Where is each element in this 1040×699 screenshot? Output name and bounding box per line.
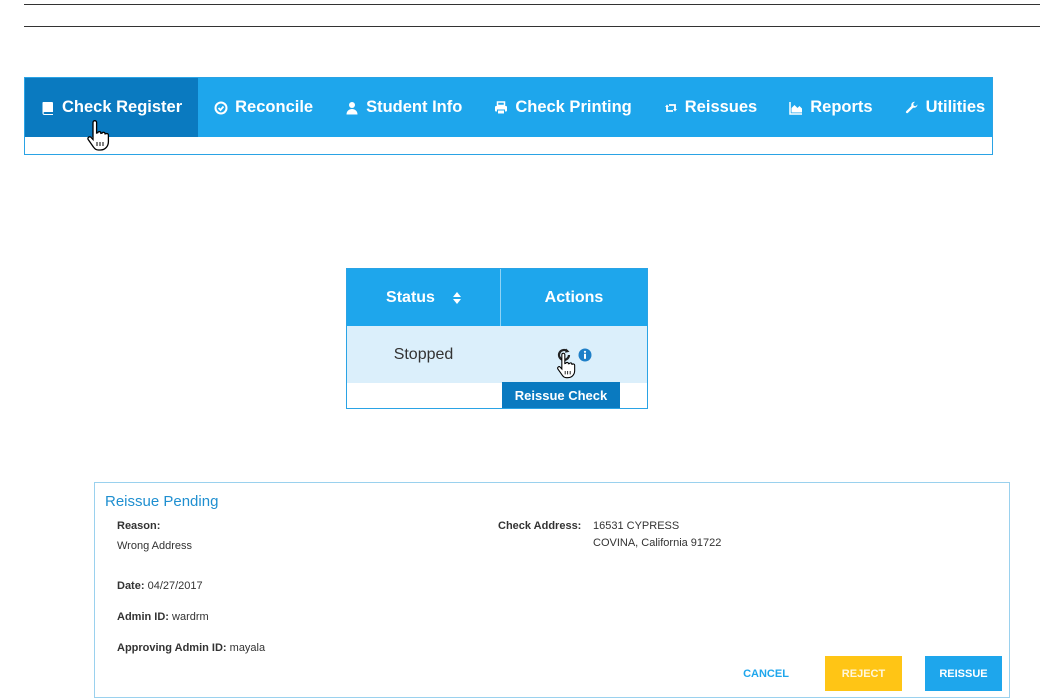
nav-reconcile[interactable]: Reconcile (198, 78, 329, 137)
check-address-line2: COVINA, California 91722 (593, 537, 722, 549)
cancel-button[interactable]: CANCEL (735, 656, 797, 691)
reject-button[interactable]: REJECT (825, 656, 902, 691)
nav-check-printing[interactable]: Check Printing (478, 78, 647, 137)
date-label: Date: (117, 580, 145, 592)
actions-header-label: Actions (544, 288, 604, 306)
reason-value: Wrong Address (117, 540, 193, 552)
table-row: Stopped (347, 326, 647, 383)
date-value: 04/27/2017 (147, 580, 203, 592)
reissue-button[interactable]: REISSUE (925, 656, 1002, 691)
info-icon[interactable] (578, 348, 592, 362)
check-address-label: Check Address: (498, 520, 582, 532)
approving-admin-label: Approving Admin ID: (117, 642, 227, 654)
nav-label: Student Info (366, 98, 463, 116)
nav-reissues[interactable]: Reissues (648, 78, 773, 137)
panel-title: Reissue Pending (105, 493, 219, 510)
approving-admin-field: Approving Admin ID: mayala (117, 642, 265, 654)
reissue-check-tooltip: Reissue Check (502, 382, 620, 408)
tooltip-label: Reissue Check (514, 387, 608, 403)
check-address-line1: 16531 CYPRESS (593, 520, 680, 532)
nav-student-info[interactable]: Student Info (329, 78, 478, 137)
check-circle-icon (214, 101, 228, 114)
top-divider-2 (24, 26, 1040, 27)
nav-reports[interactable]: Reports (773, 78, 888, 137)
status-header-label: Status (386, 288, 435, 306)
status-cell: Stopped (347, 326, 500, 383)
hand-cursor-icon (87, 120, 110, 151)
area-chart-icon (789, 101, 803, 115)
user-icon (346, 101, 358, 114)
table-header-row: Status Actions (347, 269, 647, 326)
nav-utilities[interactable]: Utilities (889, 78, 1002, 137)
status-column-header[interactable]: Status (347, 269, 501, 326)
status-table: Status Actions Stopped Reissue Check (346, 268, 648, 409)
nav-label: Reports (810, 98, 873, 116)
approving-admin-value: mayala (229, 642, 266, 654)
reissue-pending-panel: Reissue Pending Reason: Wrong Address Ch… (94, 482, 1010, 698)
printer-icon (495, 100, 508, 114)
main-nav: Check Register Reconcile Student Info Ch… (24, 77, 993, 155)
nav-check-register[interactable]: Check Register (25, 78, 199, 137)
nav-label: Utilities (925, 98, 986, 116)
hand-cursor-icon (557, 352, 576, 379)
actions-column-header: Actions (501, 269, 647, 326)
admin-id-value: wardrm (172, 611, 209, 623)
admin-id-field: Admin ID: wardrm (117, 611, 209, 623)
nav-label: Reissues (684, 98, 758, 116)
nav-label: Check Register (62, 98, 183, 116)
sort-icon[interactable] (452, 291, 461, 304)
nav-label: Reconcile (235, 98, 314, 116)
book-icon (42, 101, 53, 115)
wrench-icon (905, 101, 918, 113)
reason-label: Reason: (117, 520, 161, 532)
nav-label: Check Printing (515, 98, 632, 116)
top-divider (24, 4, 1040, 5)
retweet-icon (664, 103, 677, 112)
admin-id-label: Admin ID: (117, 611, 169, 623)
status-value: Stopped (393, 345, 454, 363)
date-field: Date: 04/27/2017 (117, 580, 203, 592)
